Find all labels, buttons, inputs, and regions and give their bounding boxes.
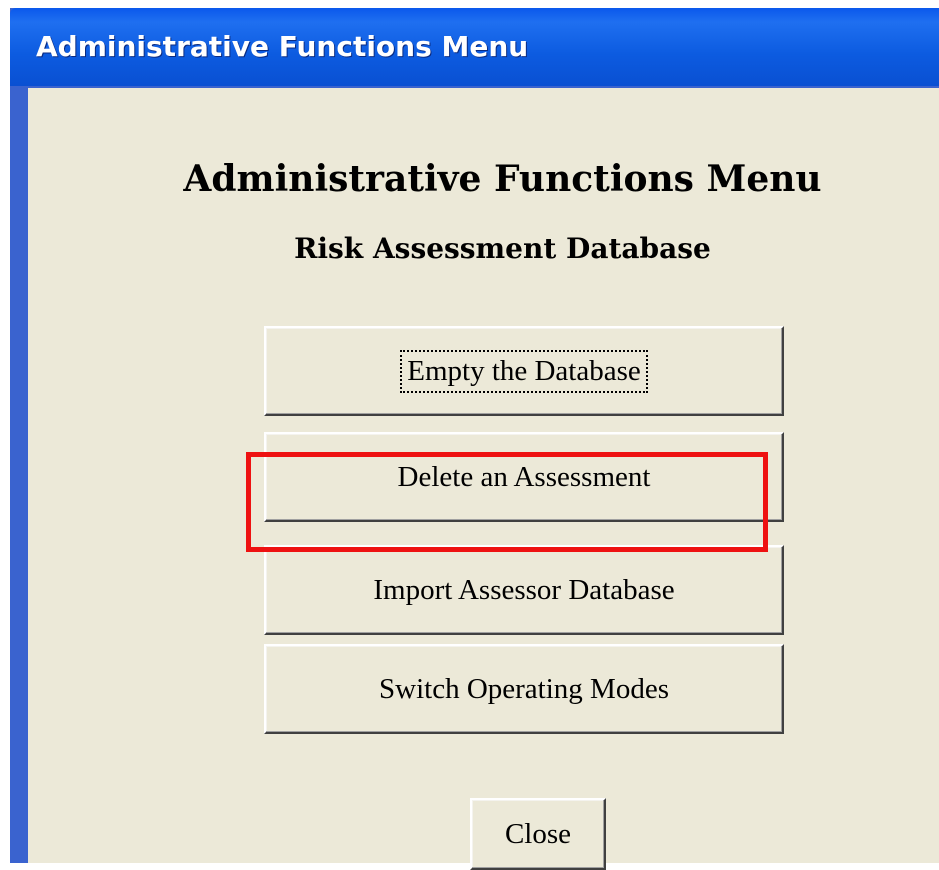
page-subheading: Risk Assessment Database (294, 232, 711, 265)
empty-database-button[interactable]: Empty the Database (264, 326, 784, 416)
empty-database-label: Empty the Database (400, 349, 648, 393)
import-assessor-database-button[interactable]: Import Assessor Database (264, 545, 784, 635)
window-client-area: Administrative Functions Menu Risk Asses… (28, 88, 939, 870)
admin-functions-window: Administrative Functions Menu Administra… (10, 8, 939, 870)
delete-assessment-label: Delete an Assessment (397, 460, 651, 493)
close-label: Close (504, 817, 572, 850)
switch-operating-modes-label: Switch Operating Modes (379, 672, 669, 705)
import-assessor-database-label: Import Assessor Database (373, 573, 675, 606)
title-bar[interactable]: Administrative Functions Menu (10, 8, 939, 86)
close-button[interactable]: Close (470, 798, 606, 870)
switch-operating-modes-button[interactable]: Switch Operating Modes (264, 644, 784, 734)
page-heading: Administrative Functions Menu (183, 158, 822, 200)
window-title: Administrative Functions Menu (36, 30, 529, 63)
delete-assessment-button[interactable]: Delete an Assessment (264, 432, 784, 522)
